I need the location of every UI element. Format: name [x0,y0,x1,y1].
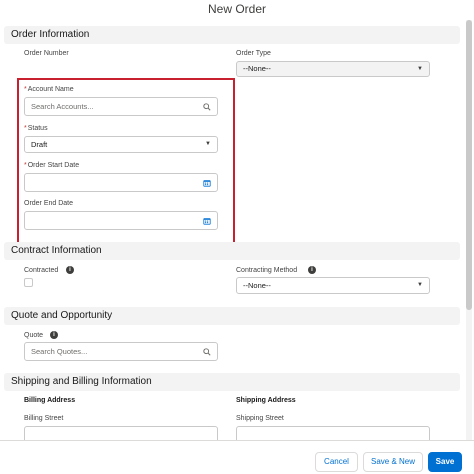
contracting-method-label: Contracting Method [236,267,298,274]
form-body[interactable]: Order Information Order Number Order Typ… [4,20,462,440]
order-type-select[interactable]: --None-- ▼ [236,61,430,77]
modal-footer: Cancel Save & New Save [0,440,474,474]
search-icon [203,98,211,115]
billing-street-label: Billing Street [24,415,64,422]
info-icon[interactable]: i [50,331,58,339]
billing-street-textarea[interactable] [24,426,218,440]
save-and-new-button[interactable]: Save & New [363,452,423,472]
account-name-input[interactable]: Search Accounts... [24,97,218,116]
info-icon[interactable]: i [308,266,316,274]
contracting-method-select[interactable]: --None-- ▼ [236,277,430,294]
shipping-address-label: Shipping Address [236,397,296,404]
modal-title: New Order [207,2,266,16]
status-label: *Status [24,125,48,132]
required-marker: * [24,162,27,169]
chevron-down-icon: ▼ [417,66,423,72]
billing-address-label: Billing Address [24,397,76,404]
order-start-date-input[interactable] [24,173,218,192]
order-end-date-input[interactable] [24,211,218,230]
order-type-value: --None-- [243,64,271,73]
status-select[interactable]: Draft ▼ [24,136,218,153]
calendar-icon[interactable] [203,212,211,229]
required-marker: * [24,125,27,132]
quote-input[interactable]: Search Quotes... [24,342,218,361]
order-start-date-label: *Order Start Date [24,162,79,169]
section-shipping-billing[interactable]: Shipping and Billing Information [4,373,460,391]
section-order-information[interactable]: Order Information [4,26,460,44]
contracting-method-value: --None-- [243,281,271,290]
shipping-street-textarea[interactable] [236,426,430,440]
scrollbar[interactable] [466,20,472,440]
order-end-date-label: Order End Date [24,200,74,207]
quote-label: Quote [24,332,44,339]
account-name-label: *Account Name [24,86,74,93]
search-icon [203,343,211,360]
order-start-date-label-text: Order Start Date [27,162,80,169]
quote-placeholder: Search Quotes... [31,347,88,356]
save-button[interactable]: Save [428,452,462,472]
order-type-label: Order Type [236,50,271,57]
status-value: Draft [31,140,48,149]
status-label-text: Status [27,125,48,132]
section-quote-and-opportunity[interactable]: Quote and Opportunity [4,307,460,325]
required-marker: * [24,86,27,93]
contracted-checkbox[interactable] [24,278,33,287]
account-name-label-text: Account Name [27,86,74,93]
shipping-street-label: Shipping Street [236,415,284,422]
calendar-icon[interactable] [203,174,211,191]
account-name-placeholder: Search Accounts... [31,102,94,111]
chevron-down-icon: ▼ [417,282,423,288]
cancel-button[interactable]: Cancel [315,452,358,472]
info-icon[interactable]: i [66,266,74,274]
section-contract-information[interactable]: Contract Information [4,242,460,260]
order-number-label: Order Number [24,50,69,57]
scrollbar-thumb[interactable] [466,20,472,310]
contracted-label: Contracted [24,267,59,274]
chevron-down-icon: ▼ [205,141,211,147]
